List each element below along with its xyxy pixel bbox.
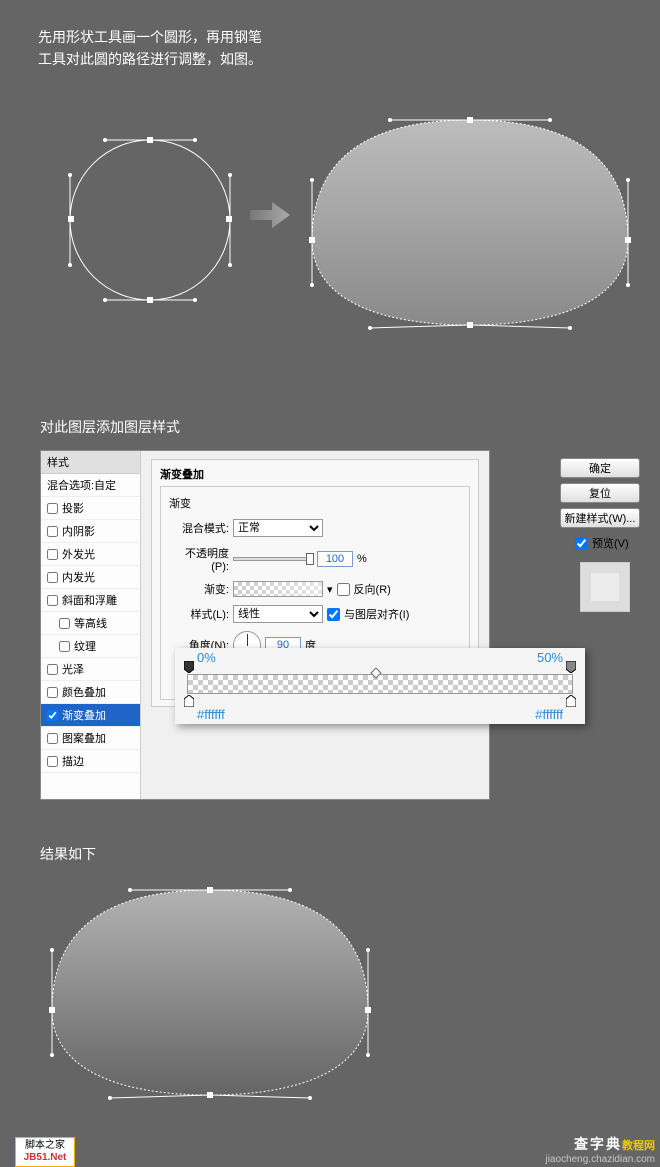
reverse-checkbox[interactable] — [337, 583, 350, 596]
gradient-dropdown-icon[interactable]: ▾ — [327, 583, 333, 596]
style-item-7[interactable]: 光泽 — [41, 658, 140, 681]
watermark-left-line2: JB51.Net — [18, 1152, 72, 1164]
gradient-bar[interactable] — [187, 674, 573, 694]
color-stop-1-label: #ffffff — [197, 707, 225, 722]
style-label: 纹理 — [74, 638, 96, 654]
preview-checkbox[interactable] — [575, 537, 588, 550]
opacity-slider[interactable] — [233, 557, 313, 561]
style-label: 颜色叠加 — [62, 684, 106, 700]
style-item-0[interactable]: 投影 — [41, 497, 140, 520]
style-item-1[interactable]: 内阴影 — [41, 520, 140, 543]
style-label: 描边 — [62, 753, 84, 769]
color-stop-2[interactable] — [566, 695, 576, 707]
circle-shape — [60, 130, 240, 313]
style-checkbox-9[interactable] — [47, 710, 58, 721]
style-checkbox-5[interactable] — [59, 618, 70, 629]
reset-button[interactable]: 复位 — [560, 483, 640, 503]
style-label: 外发光 — [62, 546, 95, 562]
opacity-label: 不透明度(P): — [169, 545, 229, 573]
instruction-line: 先用形状工具画一个圆形，再用钢笔 — [38, 26, 262, 48]
style-label: 渐变叠加 — [62, 707, 106, 723]
style-label: 样式(L): — [169, 606, 229, 622]
style-label: 内发光 — [62, 569, 95, 585]
style-label: 内阴影 — [62, 523, 95, 539]
preview-swatch — [580, 562, 630, 612]
section-title: 渐变叠加 — [160, 466, 470, 482]
style-checkbox-0[interactable] — [47, 503, 58, 514]
style-item-4[interactable]: 斜面和浮雕 — [41, 589, 140, 612]
instruction-step1: 先用形状工具画一个圆形，再用钢笔 工具对此圆的路径进行调整，如图。 — [38, 26, 262, 70]
dome-shape — [300, 110, 640, 343]
style-label: 图案叠加 — [62, 730, 106, 746]
style-checkbox-4[interactable] — [47, 595, 58, 606]
circle-path-svg — [60, 130, 240, 310]
style-item-10[interactable]: 图案叠加 — [41, 727, 140, 750]
style-item-9[interactable]: 渐变叠加 — [41, 704, 140, 727]
layer-style-dialog: 样式 混合选项:自定 投影内阴影外发光内发光斜面和浮雕等高线纹理光泽颜色叠加渐变… — [40, 450, 490, 800]
styles-list-panel: 样式 混合选项:自定 投影内阴影外发光内发光斜面和浮雕等高线纹理光泽颜色叠加渐变… — [41, 451, 141, 799]
style-item-5[interactable]: 等高线 — [41, 612, 140, 635]
color-stop-2-label: #ffffff — [535, 707, 563, 722]
style-item-8[interactable]: 颜色叠加 — [41, 681, 140, 704]
dome-path-svg — [300, 110, 640, 340]
gradient-editor: 0% 50% #ffffff #ffffff — [175, 648, 585, 724]
ok-button[interactable]: 确定 — [560, 458, 640, 478]
style-item-6[interactable]: 纹理 — [41, 635, 140, 658]
style-checkbox-8[interactable] — [47, 687, 58, 698]
watermark-right: 查字典教程网 jiaocheng.chazidian.com — [545, 1134, 655, 1165]
blend-mode-select[interactable]: 正常 — [233, 519, 323, 537]
opacity-input[interactable] — [317, 551, 353, 567]
style-checkbox-7[interactable] — [47, 664, 58, 675]
arrow-icon — [250, 200, 290, 230]
color-stop-1[interactable] — [184, 695, 194, 707]
opacity-stop-2[interactable] — [566, 661, 576, 673]
style-item-11[interactable]: 描边 — [41, 750, 140, 773]
blend-mode-label: 混合模式: — [169, 520, 229, 536]
gradient-label: 渐变: — [169, 581, 229, 597]
style-label: 投影 — [62, 500, 84, 516]
gradient-style-select[interactable]: 线性 — [233, 605, 323, 623]
instruction-step3: 结果如下 — [40, 843, 96, 865]
watermark-left-line1: 脚本之家 — [18, 1140, 72, 1152]
style-checkbox-2[interactable] — [47, 549, 58, 560]
style-checkbox-3[interactable] — [47, 572, 58, 583]
style-label: 斜面和浮雕 — [62, 592, 117, 608]
opacity-stop-1[interactable] — [184, 661, 194, 673]
result-dome-shape — [40, 880, 380, 1110]
reverse-label: 反向(R) — [354, 581, 391, 597]
dialog-buttons: 确定 复位 新建样式(W)... 预览(V) — [560, 458, 650, 612]
style-checkbox-6[interactable] — [59, 641, 70, 652]
style-item-2[interactable]: 外发光 — [41, 543, 140, 566]
gradient-preview[interactable] — [233, 581, 323, 597]
gradient-midpoint[interactable] — [371, 667, 382, 678]
style-checkbox-10[interactable] — [47, 733, 58, 744]
align-checkbox[interactable] — [327, 608, 340, 621]
watermark-right-url: jiaocheng.chazidian.com — [545, 1154, 655, 1165]
opacity-stop-2-label: 50% — [537, 650, 563, 665]
style-item-3[interactable]: 内发光 — [41, 566, 140, 589]
align-label: 与图层对齐(I) — [344, 606, 409, 622]
new-style-button[interactable]: 新建样式(W)... — [560, 508, 640, 528]
watermark-left: 脚本之家 JB51.Net — [15, 1137, 75, 1167]
style-label: 光泽 — [62, 661, 84, 677]
style-checkbox-1[interactable] — [47, 526, 58, 537]
watermark-right-title: 查字典教程网 — [545, 1134, 655, 1154]
gradient-overlay-panel: 渐变叠加 渐变 混合模式: 正常 不透明度(P): % — [141, 451, 489, 799]
style-label: 等高线 — [74, 615, 107, 631]
instruction-step2: 对此图层添加图层样式 — [40, 416, 180, 438]
blend-options-item[interactable]: 混合选项:自定 — [41, 474, 140, 497]
opacity-stop-1-label: 0% — [197, 650, 216, 665]
percent-label: % — [357, 553, 367, 565]
instruction-line: 工具对此圆的路径进行调整，如图。 — [38, 48, 262, 70]
preview-label: 预览(V) — [592, 535, 629, 551]
style-checkbox-11[interactable] — [47, 756, 58, 767]
sub-section-title: 渐变 — [169, 495, 461, 511]
styles-header: 样式 — [41, 451, 140, 474]
